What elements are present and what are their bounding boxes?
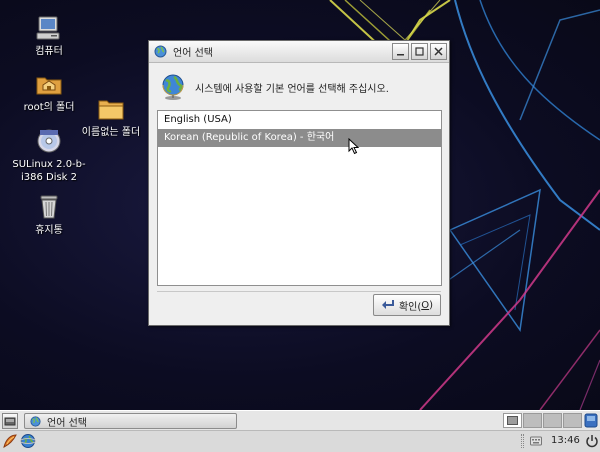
- main-menu-icon[interactable]: [2, 433, 18, 449]
- trash-applet-icon[interactable]: [584, 413, 598, 428]
- task-item-label: 언어 선택: [47, 417, 87, 429]
- bottom-panel: 13:46: [0, 430, 600, 452]
- workspace-pager: [503, 413, 582, 428]
- dialog-prompt: 시스템에 사용할 기본 언어를 선택해 주십시오.: [159, 73, 389, 101]
- close-button[interactable]: [430, 43, 447, 60]
- taskbar: 언어 선택: [0, 410, 600, 430]
- ok-mnemonic: O: [421, 299, 430, 311]
- desktop-icon-label: 휴지통: [35, 225, 63, 236]
- globe-icon: [162, 74, 184, 100]
- minimize-button[interactable]: [392, 43, 409, 60]
- folder-icon: [97, 95, 125, 123]
- ok-label: 확인(: [398, 301, 422, 313]
- computer-icon: [35, 14, 63, 42]
- desktop-icon-computer[interactable]: 컴퓨터: [3, 14, 95, 58]
- desktop-icon: [4, 417, 16, 426]
- language-option-english[interactable]: English (USA): [158, 111, 441, 129]
- globe-icon: [154, 45, 167, 58]
- maximize-button[interactable]: [411, 43, 428, 60]
- language-option-korean[interactable]: Korean (Republic of Korea) - 한국어: [158, 129, 441, 147]
- return-arrow-icon: [381, 300, 394, 309]
- workspace-3[interactable]: [543, 413, 562, 428]
- workspace-1[interactable]: [503, 413, 522, 428]
- keyboard-icon[interactable]: [530, 436, 542, 446]
- panel-grip: [521, 434, 524, 448]
- workspace-2[interactable]: [523, 413, 542, 428]
- close-icon: [434, 47, 443, 56]
- task-item-language-select[interactable]: 언어 선택: [24, 413, 237, 429]
- dialog-separator: [157, 291, 441, 292]
- show-desktop-button[interactable]: [2, 413, 18, 429]
- logout-icon[interactable]: [586, 434, 598, 448]
- desktop-icon-label: 컴퓨터: [35, 46, 63, 57]
- cdrom-icon: [35, 127, 63, 155]
- prompt-text: 시스템에 사용할 기본 언어를 선택해 주십시오.: [195, 83, 389, 95]
- language-select-dialog: 언어 선택 시스템에 사용할 기본 언어를 선택해 주십시오. English …: [148, 40, 450, 326]
- desktop-icon-label: SULinux 2.0-b- i386 Disk 2: [12, 159, 86, 183]
- dialog-title: 언어 선택: [173, 48, 213, 59]
- home-folder-icon: [35, 70, 63, 98]
- dialog-titlebar[interactable]: 언어 선택: [149, 41, 449, 63]
- language-list[interactable]: English (USA) Korean (Republic of Korea)…: [157, 110, 442, 286]
- maximize-icon: [415, 47, 424, 56]
- desktop-icon-trash[interactable]: 휴지통: [3, 193, 95, 237]
- workspace-4[interactable]: [563, 413, 582, 428]
- desktop-icon-cdrom[interactable]: SULinux 2.0-b- i386 Disk 2: [3, 127, 95, 184]
- web-browser-icon[interactable]: [20, 433, 36, 449]
- globe-icon: [30, 415, 41, 427]
- ok-button[interactable]: 확인(O): [373, 294, 441, 316]
- clock[interactable]: 13:46: [551, 435, 580, 446]
- mouse-pointer-icon: [348, 138, 360, 155]
- minimize-icon: [397, 54, 404, 56]
- ok-label-suffix: ): [429, 299, 434, 311]
- trash-icon: [35, 193, 63, 221]
